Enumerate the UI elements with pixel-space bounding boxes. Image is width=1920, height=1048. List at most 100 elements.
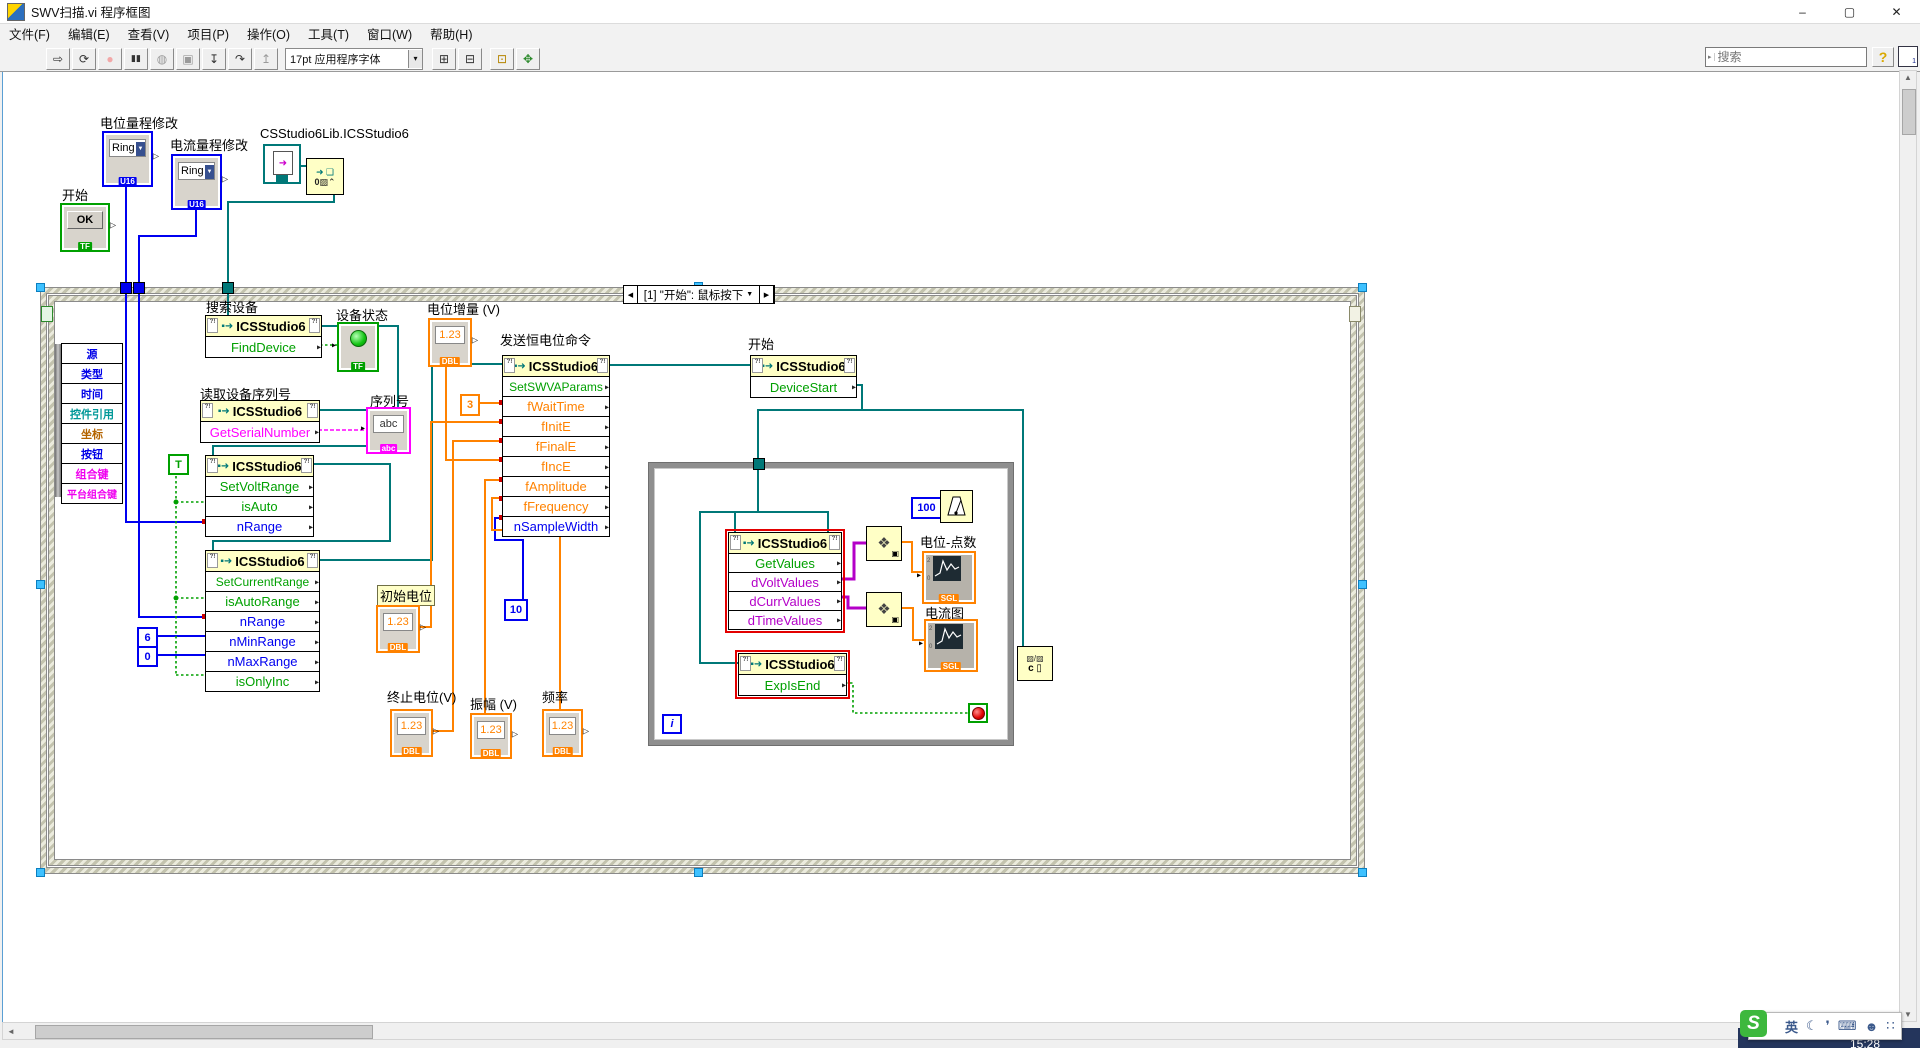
event-data-coords[interactable]: 坐标 bbox=[61, 423, 123, 444]
invoke-node-exp-is-end[interactable]: ▪➜ICSStudio6 ExpIsEnd bbox=[738, 653, 847, 696]
step-over-button[interactable]: ↷ bbox=[228, 48, 252, 70]
event-data-ctlref[interactable]: 控件引用 bbox=[61, 403, 123, 424]
variant-to-data-icon[interactable]: ❖▣ bbox=[866, 526, 902, 561]
menu-project[interactable]: 项目(P) bbox=[178, 24, 238, 46]
menu-help[interactable]: 帮助(H) bbox=[421, 24, 481, 46]
serial-number-string-indicator[interactable]: abc abc bbox=[366, 407, 411, 454]
menu-operate[interactable]: 操作(O) bbox=[238, 24, 299, 46]
maximize-button[interactable]: ▢ bbox=[1826, 0, 1873, 24]
init-potential-dbl-control[interactable]: 1.23DBL bbox=[376, 605, 420, 653]
search-input[interactable] bbox=[1715, 49, 1875, 65]
resize-objects-button[interactable]: ⊡ bbox=[490, 48, 514, 70]
event-data-node[interactable]: 源 类型 时间 控件引用 坐标 按钮 组合键 平台组合键 bbox=[61, 344, 123, 504]
next-case-icon[interactable]: ▶ bbox=[759, 286, 774, 303]
amplitude-dbl-control[interactable]: 1.23DBL bbox=[470, 713, 512, 759]
vertical-scrollbar[interactable]: ▲ ▼ bbox=[1899, 70, 1917, 1022]
loop-iteration-terminal[interactable]: i bbox=[662, 714, 682, 734]
context-help-button[interactable]: ? bbox=[1872, 47, 1894, 67]
waveform-chart-volt[interactable]: 2 0 SGL bbox=[922, 551, 976, 604]
selection-handle[interactable] bbox=[36, 868, 45, 877]
menu-view[interactable]: 查看(V) bbox=[119, 24, 179, 46]
moon-icon[interactable]: ☾ bbox=[1806, 1018, 1818, 1034]
loop-condition-terminal[interactable] bbox=[968, 703, 988, 723]
waveform-chart-curr[interactable]: 2 0 SGL bbox=[924, 619, 978, 672]
invoke-node-set-current-range[interactable]: ▪➜ICSStudio6 SetCurrentRange isAutoRange… bbox=[205, 550, 320, 692]
event-data-type[interactable]: 类型 bbox=[61, 363, 123, 384]
frequency-dbl-control[interactable]: 1.23DBL bbox=[542, 709, 583, 757]
person-icon[interactable]: ☻ bbox=[1865, 1019, 1879, 1034]
sogou-logo-icon[interactable]: S bbox=[1740, 1010, 1767, 1037]
vi-icon[interactable]: 1 bbox=[1898, 46, 1918, 67]
selection-handle[interactable] bbox=[1358, 283, 1367, 292]
menu-tools[interactable]: 工具(T) bbox=[299, 24, 358, 46]
close-button[interactable]: ✕ bbox=[1873, 0, 1920, 24]
event-terminal-icon[interactable] bbox=[1349, 306, 1361, 322]
class-constant[interactable]: ➜ bbox=[263, 144, 301, 184]
pause-button[interactable]: ▮▮ bbox=[124, 48, 148, 70]
true-constant[interactable]: T bbox=[168, 454, 189, 475]
constant-three[interactable]: 3 bbox=[460, 394, 480, 416]
menu-edit[interactable]: 编辑(E) bbox=[59, 24, 119, 46]
event-data-source[interactable]: 源 bbox=[61, 343, 123, 364]
invoke-node-set-volt-range[interactable]: ▪➜ICSStudio6 SetVoltRange isAuto nRange bbox=[205, 455, 314, 537]
constant-zero[interactable]: 0 bbox=[137, 646, 158, 667]
constant-hundred[interactable]: 100 bbox=[911, 497, 942, 519]
tunnel[interactable] bbox=[133, 282, 145, 294]
wait-ms-icon[interactable] bbox=[940, 490, 973, 523]
invoke-node-get-values[interactable]: ▪➜ICSStudio6 GetValues dVoltValues dCurr… bbox=[728, 532, 842, 630]
step-out-button[interactable]: ↥ bbox=[254, 48, 278, 70]
selection-handle[interactable] bbox=[1358, 868, 1367, 877]
vertical-scrollbar-thumb[interactable] bbox=[1902, 89, 1916, 135]
event-timeout-terminal-icon[interactable] bbox=[41, 306, 53, 322]
retain-wire-values-button[interactable]: ▣ bbox=[176, 48, 200, 70]
punctuation-icon[interactable]: ❜ bbox=[1826, 1018, 1830, 1034]
ring-control-curr-range[interactable]: Ring▼ U16 bbox=[171, 154, 222, 210]
selection-handle[interactable] bbox=[1358, 580, 1367, 589]
event-case-selector[interactable]: ◀ [1] "开始": 鼠标按下▼ ▶ bbox=[623, 285, 775, 304]
event-data-button[interactable]: 按钮 bbox=[61, 443, 123, 464]
potential-step-dbl-control[interactable]: 1.23DBL bbox=[428, 318, 472, 367]
minimize-button[interactable]: – bbox=[1779, 0, 1826, 24]
selection-handle[interactable] bbox=[36, 580, 45, 589]
variant-to-data-icon[interactable]: ❖▣ bbox=[866, 592, 902, 627]
ime-language-toggle[interactable]: 英 bbox=[1785, 1017, 1798, 1036]
close-reference-icon[interactable]: ▨/▨ c ▯ bbox=[1017, 646, 1053, 681]
clean-up-diagram-button[interactable]: ✥ bbox=[516, 48, 540, 70]
ring-control-volt-range[interactable]: Ring▼ U16 bbox=[102, 131, 153, 187]
invoke-node-find-device[interactable]: ▪➜ICSStudio6 FindDevice bbox=[205, 315, 322, 358]
step-into-button[interactable]: ↧ bbox=[202, 48, 226, 70]
tunnel[interactable] bbox=[120, 282, 132, 294]
event-data-platform-mods[interactable]: 平台组合键 bbox=[61, 483, 123, 504]
distribute-objects-button[interactable]: ⊟ bbox=[458, 48, 482, 70]
run-continuous-button[interactable]: ⟳ bbox=[72, 48, 96, 70]
run-button[interactable]: ⇨ bbox=[46, 48, 70, 70]
invoke-node-set-swva-params[interactable]: ▪➜ICSStudio6 SetSWVAParams fWaitTime fIn… bbox=[502, 355, 610, 537]
constant-six[interactable]: 6 bbox=[137, 627, 158, 648]
menu-file[interactable]: 文件(F) bbox=[0, 24, 59, 46]
horizontal-scrollbar-thumb[interactable] bbox=[35, 1025, 373, 1039]
menu-window[interactable]: 窗口(W) bbox=[358, 24, 421, 46]
selection-handle[interactable] bbox=[694, 868, 703, 877]
device-status-led-indicator[interactable]: TF bbox=[337, 322, 379, 372]
start-boolean-terminal[interactable]: OK TF bbox=[60, 203, 110, 252]
constructor-node-icon[interactable]: ➜ ❏ 0▨⌃ bbox=[306, 158, 344, 195]
event-data-time[interactable]: 时间 bbox=[61, 383, 123, 404]
tunnel[interactable] bbox=[222, 282, 234, 294]
ime-toolbar[interactable]: 英 ☾ ❜ ⌨ ☻ ∷ bbox=[1748, 1012, 1902, 1040]
invoke-node-device-start[interactable]: ▪➜ICSStudio6 DeviceStart bbox=[750, 355, 857, 398]
final-potential-dbl-control[interactable]: 1.23DBL bbox=[390, 709, 433, 757]
invoke-node-get-serial-number[interactable]: ▪➜ICSStudio6 GetSerialNumber bbox=[200, 400, 320, 443]
align-objects-button[interactable]: ⊞ bbox=[432, 48, 456, 70]
event-data-mods[interactable]: 组合键 bbox=[61, 463, 123, 484]
constant-ten[interactable]: 10 bbox=[504, 599, 528, 621]
horizontal-scrollbar[interactable]: ◄ ► bbox=[2, 1022, 1899, 1040]
event-case-label[interactable]: [1] "开始": 鼠标按下 bbox=[644, 287, 744, 303]
abort-button[interactable]: ● bbox=[98, 48, 122, 70]
previous-case-icon[interactable]: ◀ bbox=[624, 286, 638, 303]
highlight-execution-button[interactable]: ◍ bbox=[150, 48, 174, 70]
grid-icon[interactable]: ∷ bbox=[1886, 1018, 1894, 1034]
font-selector[interactable]: 17pt 应用程序字体 ▾ bbox=[285, 48, 423, 70]
search-box[interactable]: ▸ bbox=[1705, 47, 1867, 67]
keyboard-icon[interactable]: ⌨ bbox=[1838, 1018, 1857, 1034]
selection-handle[interactable] bbox=[36, 283, 45, 292]
